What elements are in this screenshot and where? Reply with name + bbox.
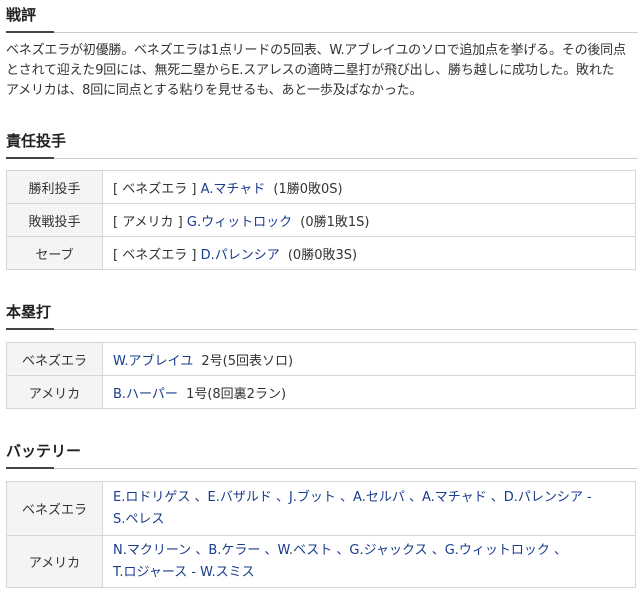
battery-heading: バッテリー <box>6 440 638 469</box>
game-summary: 戦評 ベネズエラが初優勝。ベネズエラは1点リードの5回表、W.アブレイユのソロで… <box>0 0 640 592</box>
heading-underline <box>6 157 54 159</box>
player-link[interactable]: D.パレンシア <box>201 248 280 263</box>
battery-players-link[interactable]: T.ロジャース - W.スミス <box>113 565 255 580</box>
homerun-cell: B.ハーパー 1号(8回裏2ラン) <box>102 375 636 409</box>
battery-title: バッテリー <box>6 442 82 460</box>
pitcher-record: (0勝1敗1S) <box>300 214 370 230</box>
battery-line: N.マクリーン 、B.ケラー 、W.ベスト 、G.ジャックス 、G.ウィットロッ… <box>113 540 625 562</box>
battery-players-link[interactable]: N.マクリーン 、B.ケラー 、W.ベスト 、G.ジャックス 、G.ウィットロッ… <box>113 543 567 558</box>
team-name: [ ベネズエラ ] <box>113 181 197 197</box>
pitcher-record: (1勝0敗0S) <box>273 181 343 197</box>
homerun-team: アメリカ <box>6 375 103 409</box>
table-row: アメリカ B.ハーパー 1号(8回裏2ラン) <box>6 375 636 409</box>
battery-cell: E.ロドリゲス 、E.バザルド 、J.ブット 、A.セルパ 、A.マチャド 、D… <box>102 481 636 536</box>
table-row: ベネズエラ W.アブレイユ 2号(5回表ソロ) <box>6 342 636 376</box>
battery-team: ベネズエラ <box>6 481 103 536</box>
battery-cell: N.マクリーン 、B.ケラー 、W.ベスト 、G.ジャックス 、G.ウィットロッ… <box>102 535 636 588</box>
pitcher-cell: [ アメリカ ] G.ウィットロック (0勝1敗1S) <box>102 203 636 237</box>
table-row: アメリカ N.マクリーン 、B.ケラー 、W.ベスト 、G.ジャックス 、G.ウ… <box>6 535 636 588</box>
team-name: [ ベネズエラ ] <box>113 247 197 263</box>
homeruns-table: ベネズエラ W.アブレイユ 2号(5回表ソロ) アメリカ B.ハーパー 1号(8… <box>6 342 636 409</box>
pitcher-cell: [ ベネズエラ ] A.マチャド (1勝0敗0S) <box>102 170 636 204</box>
heading-underline <box>6 467 54 469</box>
battery-line: S.ペレス <box>113 509 625 531</box>
homerun-detail: 2号(5回表ソロ) <box>201 353 294 369</box>
player-link[interactable]: A.マチャド <box>201 182 266 197</box>
pitchers-table: 勝利投手 [ ベネズエラ ] A.マチャド (1勝0敗0S) 敗戦投手 [ アメ… <box>6 170 636 270</box>
pitchers-heading: 責任投手 <box>6 130 638 159</box>
commentary-text: ベネズエラが初優勝。ベネズエラは1点リードの5回表、W.アブレイユのソロで追加点… <box>6 41 636 101</box>
homeruns-title: 本塁打 <box>6 303 52 321</box>
pitcher-role: 敗戦投手 <box>6 203 103 237</box>
homerun-detail: 1号(8回裏2ラン) <box>186 386 287 402</box>
battery-line: T.ロジャース - W.スミス <box>113 562 625 584</box>
commentary-heading: 戦評 <box>6 4 638 33</box>
pitchers-title: 責任投手 <box>6 132 67 150</box>
commentary-line: ベネズエラが初優勝。ベネズエラは1点リードの5回表、W.アブレイユのソロで追加点… <box>6 43 626 58</box>
homerun-cell: W.アブレイユ 2号(5回表ソロ) <box>102 342 636 376</box>
player-link[interactable]: W.アブレイユ <box>113 354 193 369</box>
battery-table: ベネズエラ E.ロドリゲス 、E.バザルド 、J.ブット 、A.セルパ 、A.マ… <box>6 481 636 588</box>
player-link[interactable]: G.ウィットロック <box>187 215 292 230</box>
pitcher-role: 勝利投手 <box>6 170 103 204</box>
commentary-title: 戦評 <box>6 6 37 24</box>
heading-underline <box>6 31 54 33</box>
table-row: セーブ [ ベネズエラ ] D.パレンシア (0勝0敗3S) <box>6 236 636 270</box>
homerun-team: ベネズエラ <box>6 342 103 376</box>
battery-line: E.ロドリゲス 、E.バザルド 、J.ブット 、A.セルパ 、A.マチャド 、D… <box>113 487 625 509</box>
homeruns-heading: 本塁打 <box>6 301 638 330</box>
heading-underline <box>6 328 54 330</box>
team-name: [ アメリカ ] <box>113 214 183 230</box>
commentary-line: アメリカは、8回に同点とする粘りを見せるも、あと一歩及ばなかった。 <box>6 83 423 98</box>
pitcher-record: (0勝0敗3S) <box>287 247 358 263</box>
battery-players-link[interactable]: E.ロドリゲス 、E.バザルド 、J.ブット 、A.セルパ 、A.マチャド 、D… <box>113 490 592 505</box>
table-row: 敗戦投手 [ アメリカ ] G.ウィットロック (0勝1敗1S) <box>6 203 636 237</box>
table-row: 勝利投手 [ ベネズエラ ] A.マチャド (1勝0敗0S) <box>6 170 636 204</box>
pitcher-cell: [ ベネズエラ ] D.パレンシア (0勝0敗3S) <box>102 236 636 270</box>
player-link[interactable]: B.ハーパー <box>113 387 178 402</box>
battery-team: アメリカ <box>6 535 103 588</box>
table-row: ベネズエラ E.ロドリゲス 、E.バザルド 、J.ブット 、A.セルパ 、A.マ… <box>6 481 636 536</box>
battery-players-link[interactable]: S.ペレス <box>113 512 164 527</box>
pitcher-role: セーブ <box>6 236 103 270</box>
commentary-line: とされて迎えた9回には、無死二塁からE.スアレスの適時二塁打が飛び出し、勝ち越し… <box>6 63 615 78</box>
